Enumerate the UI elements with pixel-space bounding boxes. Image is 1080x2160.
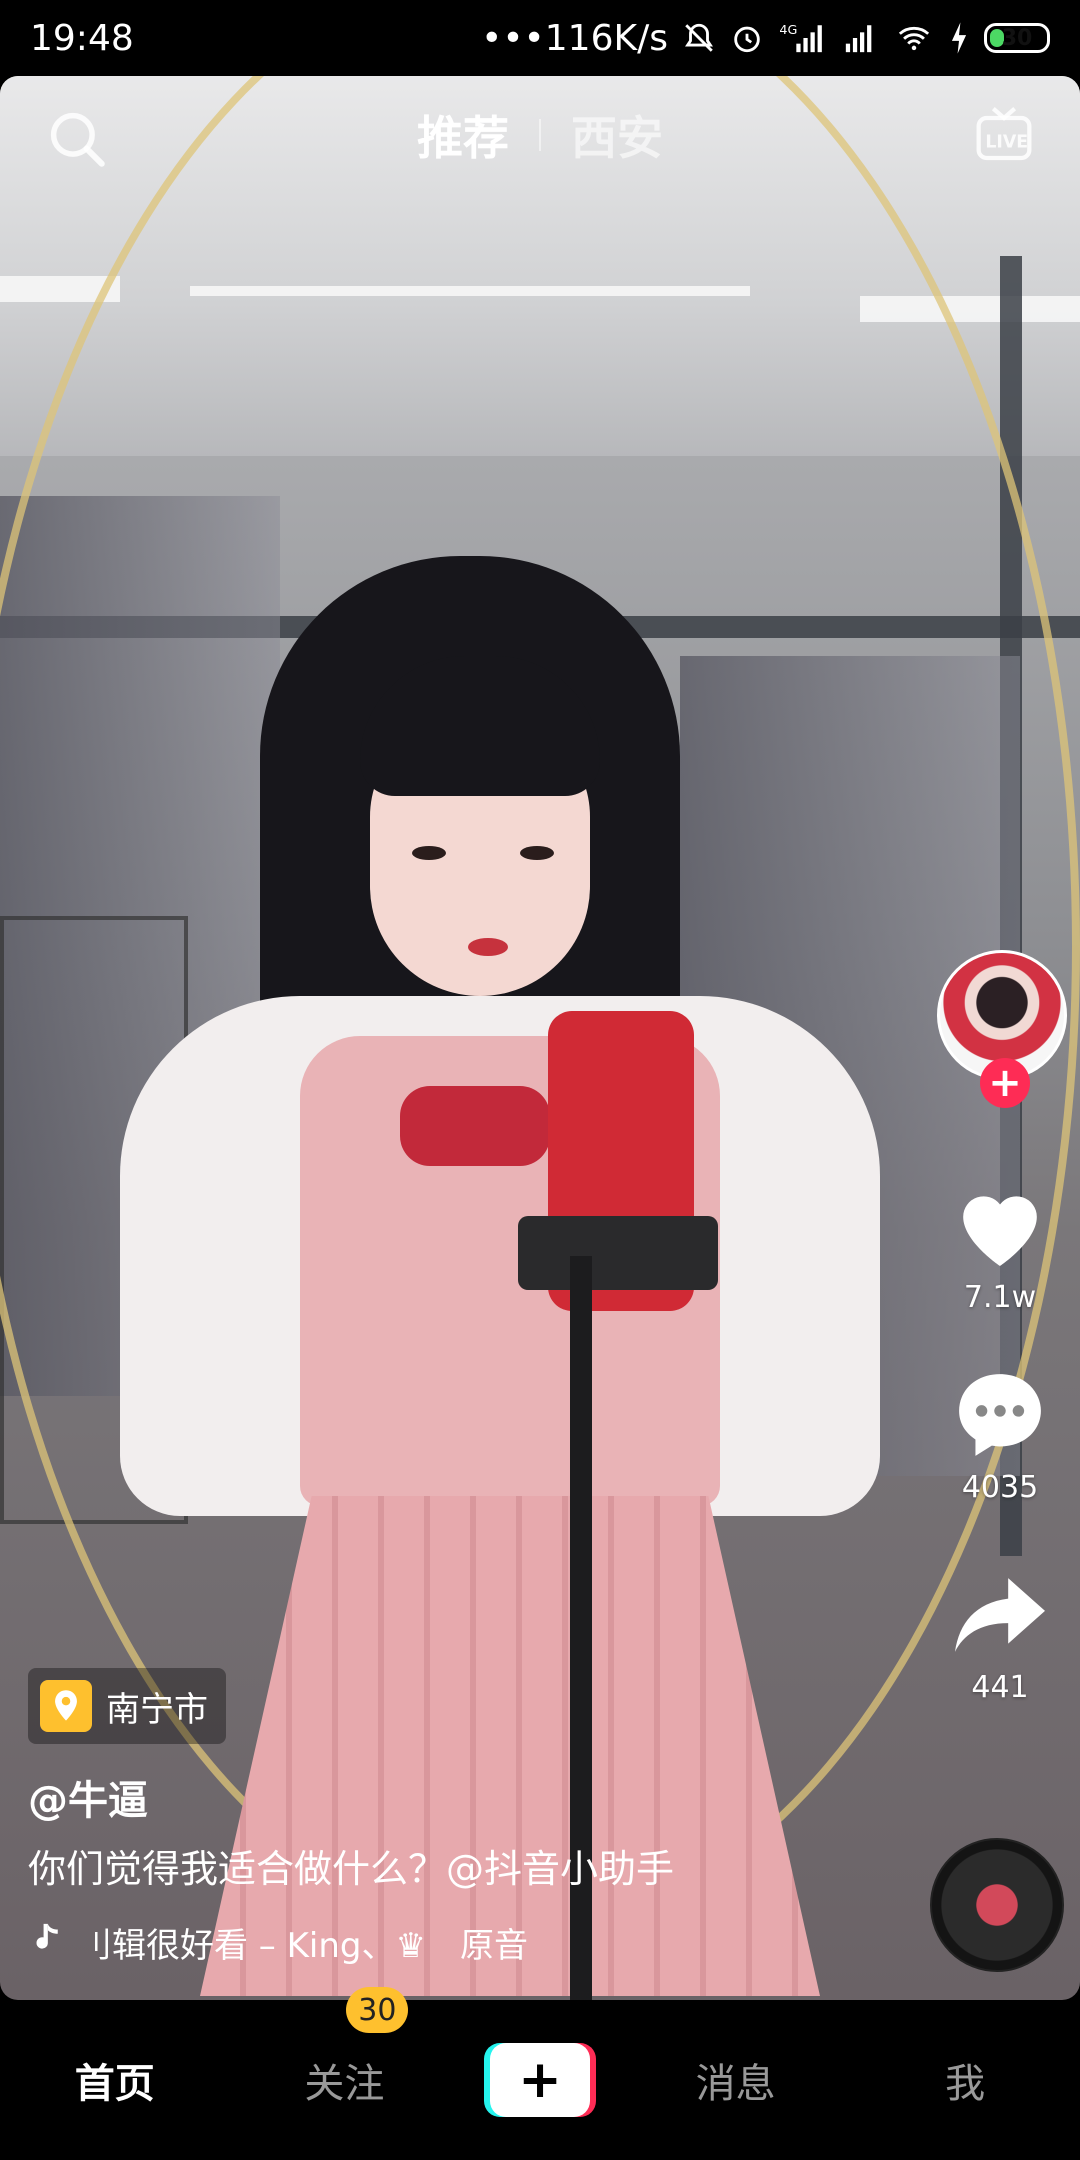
phone-holder	[518, 1216, 718, 1290]
4g-signal-icon: 4G	[778, 21, 826, 55]
network-speed: •••116K/s	[481, 17, 668, 59]
music-disc[interactable]	[930, 1838, 1064, 1972]
battery-level: 30	[1001, 25, 1033, 51]
figure-eye-left	[412, 846, 446, 860]
create-button[interactable]: +	[483, 2043, 596, 2117]
battery-icon: 30	[984, 23, 1050, 53]
follow-button[interactable]: +	[980, 1058, 1030, 1108]
location-chip[interactable]: 南宁市	[28, 1668, 226, 1744]
figure-bow	[400, 1086, 550, 1166]
comment-count: 4035	[961, 1470, 1039, 1505]
figure-lips	[468, 938, 508, 956]
tab-recommend[interactable]: 推荐	[417, 102, 509, 168]
status-icons: •••116K/s 4G 30	[481, 18, 1050, 59]
author-avatar-group: +	[937, 950, 1073, 1108]
location-pin-icon	[40, 1680, 92, 1732]
tab-local-city[interactable]: 西安	[571, 102, 663, 168]
signal-icon	[840, 21, 880, 55]
svg-text:LIVE: LIVE	[985, 132, 1028, 152]
top-nav: 推荐 西安 LIVE	[0, 100, 1080, 180]
wifi-icon	[894, 21, 934, 55]
following-badge: 30	[346, 1987, 409, 2033]
music-row[interactable]: 刂辑很好看 – King、♛ 原音	[28, 1918, 648, 1967]
nav-following[interactable]: 关注 30	[254, 1987, 434, 2109]
like-action: 7.1w	[920, 1180, 1080, 1315]
like-count: 7.1w	[963, 1280, 1037, 1315]
status-time: 19:48	[30, 17, 134, 59]
bottom-nav: 首页 关注 30 + 消息 我	[0, 1987, 1080, 2160]
alarm-icon	[730, 21, 764, 55]
author-username[interactable]: @牛逼	[28, 1768, 148, 1826]
location-label: 南宁市	[106, 1689, 208, 1730]
music-title: 刂辑很好看 – King、♛ 原音	[78, 1926, 528, 1966]
nav-home[interactable]: 首页	[25, 2051, 205, 2109]
heart-icon[interactable]	[950, 1180, 1050, 1274]
share-action: 441	[920, 1570, 1080, 1705]
svg-text:4G: 4G	[779, 23, 797, 38]
live-tv-icon[interactable]: LIVE	[972, 102, 1036, 166]
comment-action: 4035	[920, 1370, 1080, 1505]
feed-tabs: 推荐 西安	[0, 100, 1080, 170]
charging-icon	[948, 21, 970, 55]
share-icon[interactable]	[950, 1570, 1050, 1664]
nav-following-label: 关注	[304, 2061, 385, 2107]
status-bar: 19:48 •••116K/s 4G 30	[0, 0, 1080, 76]
figure-eye-right	[520, 846, 554, 860]
music-note-icon	[28, 1921, 62, 1964]
plus-icon: +	[489, 2043, 590, 2117]
nav-me[interactable]: 我	[875, 2051, 1055, 2109]
screen: 19:48 •••116K/s 4G 30 推荐 西安 LIVE + 7.1w …	[0, 0, 1080, 2160]
comment-icon[interactable]	[950, 1370, 1050, 1464]
video-caption: 你们觉得我适合做什么？@抖音小助手	[28, 1847, 675, 1891]
mute-bell-icon	[682, 21, 716, 55]
share-count: 441	[971, 1670, 1029, 1705]
nav-messages[interactable]: 消息	[646, 2051, 826, 2109]
tab-divider	[539, 119, 541, 151]
